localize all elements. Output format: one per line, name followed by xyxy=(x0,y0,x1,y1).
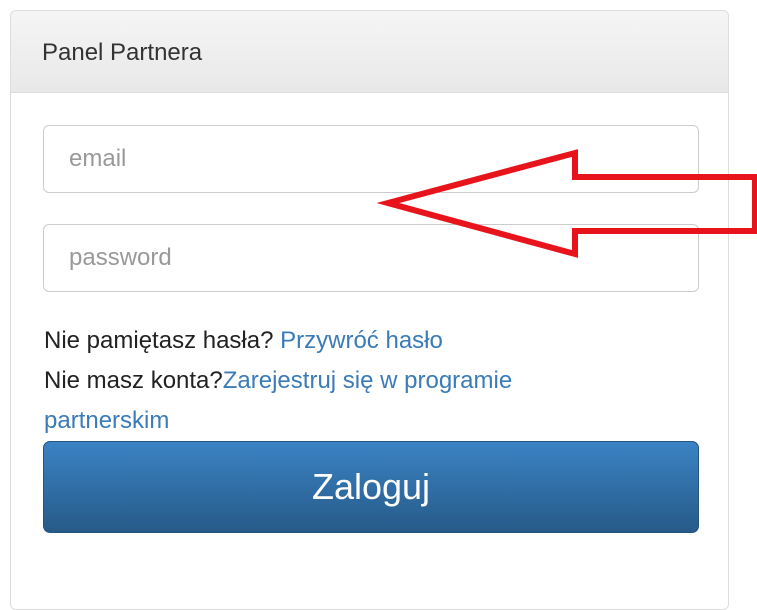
partner-panel: Panel Partnera Nie pamiętasz hasła? Przy… xyxy=(10,10,729,610)
login-button[interactable]: Zaloguj xyxy=(43,441,699,533)
forgot-password-prompt: Nie pamiętasz hasła? xyxy=(44,327,281,354)
register-link-continuation[interactable]: partnerskim xyxy=(44,407,169,434)
panel-title: Panel Partnera xyxy=(11,11,728,93)
email-input[interactable] xyxy=(43,125,699,193)
register-row: Nie masz konta?Zarejestruj się w program… xyxy=(44,361,704,401)
forgot-password-row: Nie pamiętasz hasła? Przywróć hasło xyxy=(44,321,704,361)
restore-password-link[interactable]: Przywróć hasło xyxy=(280,327,443,354)
password-input[interactable] xyxy=(43,224,699,292)
register-link-continuation-row: partnerskim xyxy=(44,401,704,441)
register-link[interactable]: Zarejestruj się w programie xyxy=(223,367,512,394)
register-prompt: Nie masz konta? xyxy=(44,367,223,394)
